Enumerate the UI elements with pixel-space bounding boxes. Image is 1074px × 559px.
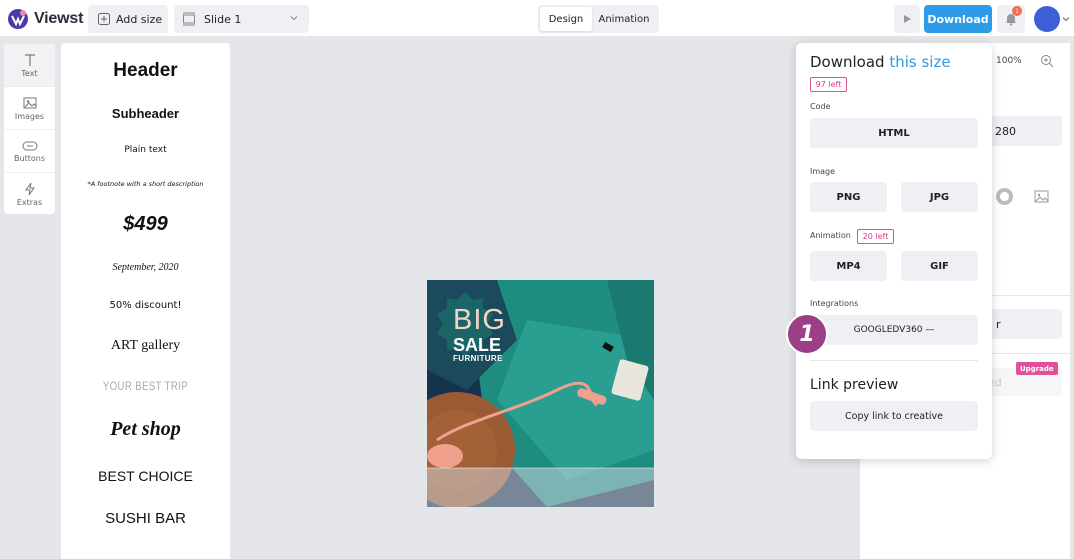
partial-field-text: r (996, 317, 1001, 331)
viewst-logo-icon (8, 9, 28, 29)
download-menu-title: Download this size (810, 53, 951, 71)
preset-header[interactable]: Header (61, 60, 230, 82)
png-button[interactable]: PNG (810, 182, 887, 212)
download-button[interactable]: Download (924, 5, 992, 33)
tool-extras[interactable]: Extras (4, 173, 55, 216)
panel-divider (992, 353, 1070, 354)
menu-divider (810, 360, 978, 361)
preset-footnote[interactable]: *A footnote with a short description (61, 180, 230, 188)
copy-link-button[interactable]: Copy link to creative (810, 401, 978, 431)
left-count-badge: 97 left (810, 77, 847, 92)
image-label: Image (810, 167, 836, 176)
integrations-label: Integrations (810, 299, 859, 308)
googledv360-button[interactable]: GOOGLEDV360 — (810, 315, 978, 345)
creative-canvas[interactable]: BIG SALE FURNITURE (427, 280, 654, 507)
image-icon (23, 97, 36, 108)
preset-best-trip[interactable]: YOUR BEST TRIP (78, 379, 213, 393)
tab-animation[interactable]: Animation (592, 7, 656, 31)
button-icon (22, 141, 37, 150)
image-fill-icon[interactable] (1034, 189, 1049, 204)
slide-label: Slide 1 (204, 12, 242, 26)
chevron-down-icon (290, 16, 298, 21)
canvas-furniture-text[interactable]: FURNITURE (453, 354, 503, 363)
preset-date[interactable]: September, 2020 (61, 262, 230, 273)
fill-radial-icon[interactable] (996, 188, 1013, 205)
mode-tabs: Design Animation (538, 5, 659, 33)
panel-divider (992, 295, 1070, 296)
tab-design[interactable]: Design (540, 7, 592, 31)
tool-text-label: Text (21, 68, 38, 78)
height-value: 280 (995, 124, 1016, 138)
slide-select[interactable]: Slide 1 (174, 5, 309, 33)
play-icon (904, 15, 911, 23)
tool-images[interactable]: Images (4, 87, 55, 130)
canvas-sale-text[interactable]: SALE (453, 335, 501, 356)
zoom-bar: 100% (990, 43, 1070, 79)
jpg-button[interactable]: JPG (901, 182, 978, 212)
upgrade-badge[interactable]: Upgrade (1016, 362, 1058, 375)
add-size-button[interactable]: Add size (88, 5, 168, 33)
link-preview-title: Link preview (810, 377, 899, 393)
tool-extras-label: Extras (16, 198, 43, 207)
add-size-label: Add size (116, 12, 163, 26)
play-button[interactable] (894, 5, 920, 33)
preset-plain-text[interactable]: Plain text (61, 145, 230, 155)
height-field[interactable]: 280 (988, 116, 1062, 146)
preset-pet-shop[interactable]: Pet shop (61, 418, 230, 441)
logo[interactable]: Viewst (7, 8, 83, 30)
tool-buttons[interactable]: Buttons (4, 130, 55, 173)
partial-field[interactable]: r (988, 309, 1062, 339)
download-menu: Download this size 97 left Code HTML Ima… (796, 43, 992, 459)
canvas-big-text[interactable]: BIG (453, 304, 506, 337)
preset-discount[interactable]: 50% discount! (61, 300, 230, 311)
chevron-down-icon[interactable] (1062, 15, 1070, 23)
preset-best-choice[interactable]: BEST CHOICE (61, 468, 230, 484)
code-label: Code (810, 102, 831, 111)
tool-rail: Text Images Buttons Extras (4, 44, 55, 214)
download-title-highlight[interactable]: this size (889, 53, 950, 71)
animation-label: Animation (810, 231, 851, 240)
text-icon (24, 53, 35, 66)
zoom-level[interactable]: 100% (996, 56, 1022, 66)
preset-art-gallery[interactable]: ART gallery (61, 338, 230, 354)
app-name: Viewst (34, 10, 84, 27)
lightning-icon (24, 182, 35, 196)
zoom-in-icon[interactable] (1040, 54, 1054, 68)
slide-icon (183, 12, 195, 26)
mp4-button[interactable]: MP4 (810, 251, 887, 281)
html-button[interactable]: HTML (810, 118, 978, 148)
preset-subheader[interactable]: Subheader (61, 106, 230, 121)
gif-button[interactable]: GIF (901, 251, 978, 281)
notifications-button[interactable]: 1 (997, 5, 1025, 33)
animation-left-badge: 20 left (857, 229, 894, 244)
tool-images-label: Images (14, 111, 45, 121)
preset-price[interactable]: $499 (61, 213, 230, 236)
avatar[interactable] (1034, 6, 1060, 32)
step-marker: 1 (786, 313, 828, 355)
text-presets-panel: Header Subheader Plain text *A footnote … (61, 43, 230, 559)
download-title-prefix: Download (810, 53, 885, 71)
tool-text[interactable]: Text (4, 44, 55, 87)
notification-badge: 1 (1012, 6, 1022, 16)
plus-square-icon (98, 13, 110, 25)
tool-buttons-label: Buttons (14, 153, 45, 163)
top-bar: Viewst Add size Slide 1 Design Animation… (0, 0, 1074, 37)
preset-sushi-bar[interactable]: SUSHI BAR (61, 510, 230, 527)
